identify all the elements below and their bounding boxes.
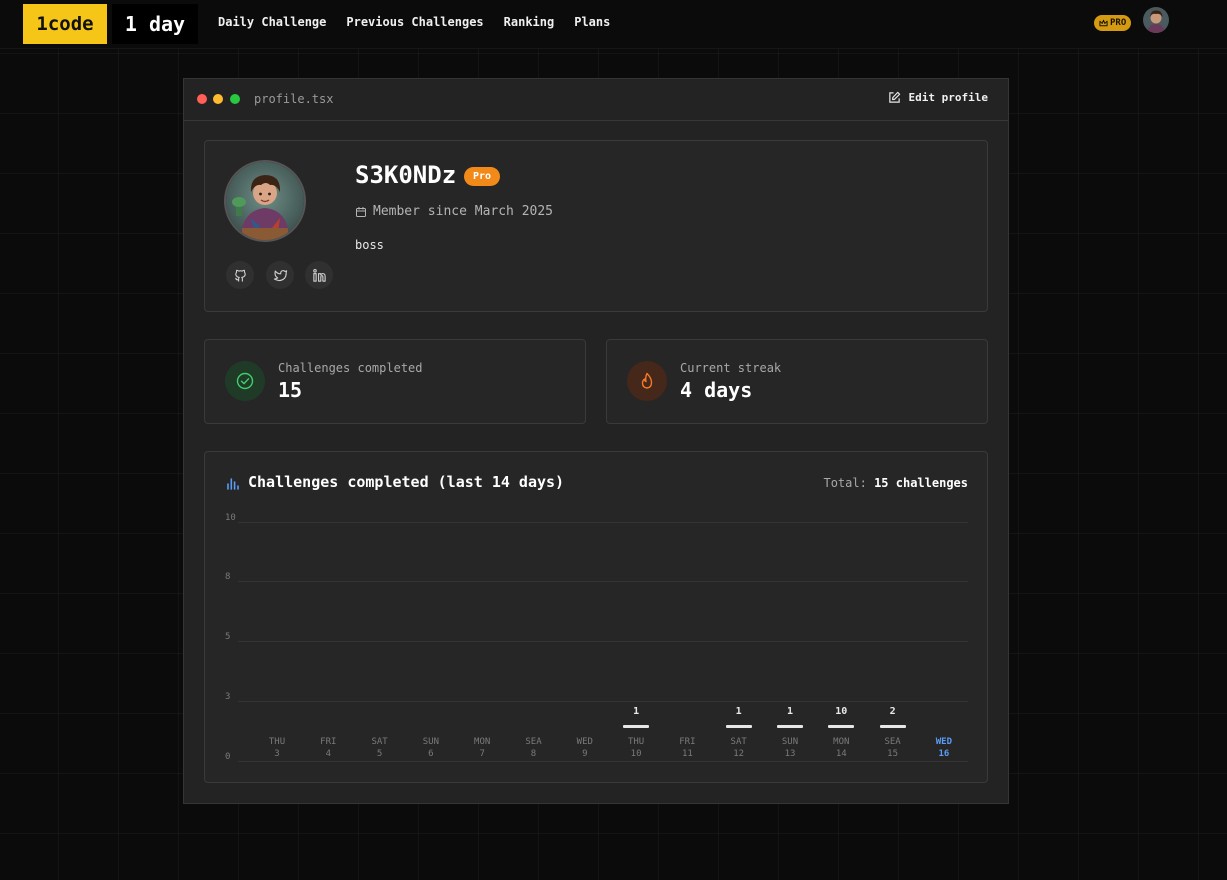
x-tick-label: FRI 11 — [679, 737, 696, 759]
calendar-icon — [356, 206, 366, 217]
x-tick-label: SUN 13 — [781, 737, 799, 759]
chart-bar[interactable] — [777, 725, 803, 728]
nav-links: Daily Challenge Previous Challenges Rank… — [218, 15, 610, 29]
bar-value-label: 1 — [786, 706, 794, 717]
chart-total-value: 15 challenges — [874, 476, 968, 490]
nav-daily-challenge[interactable]: Daily Challenge — [218, 15, 326, 29]
stat-card-streak: Current streak 4 days — [606, 339, 988, 424]
gridline — [238, 641, 968, 642]
bar-value-label: 1 — [735, 706, 742, 717]
member-since-text: Member since March 2025 — [373, 204, 554, 219]
github-link[interactable] — [226, 261, 254, 289]
profile-username: S3K0NDz — [355, 161, 457, 189]
gridline — [238, 761, 968, 762]
x-tick-label: SEA 15 — [884, 737, 901, 759]
y-tick-label: 0 — [225, 752, 231, 762]
stat-label: Current streak — [680, 361, 782, 375]
x-tick-label: FRI 4 — [320, 737, 337, 759]
check-circle-icon — [236, 372, 254, 390]
pro-badge: Pro — [464, 167, 501, 186]
chart-card: Challenges completed (last 14 days) Tota… — [204, 451, 988, 783]
profile-bio: boss — [355, 238, 384, 252]
minimize-dot[interactable] — [213, 94, 223, 104]
gridline — [238, 701, 968, 702]
stat-value: 4 days — [680, 378, 753, 402]
chart-title: Challenges completed (last 14 days) — [248, 473, 565, 491]
avatar-image — [1143, 7, 1169, 33]
edit-profile-label: Edit profile — [908, 91, 988, 104]
twitter-icon — [273, 269, 287, 281]
stat-value: 15 — [278, 378, 303, 402]
chart-bar[interactable] — [623, 725, 650, 728]
chart-bar[interactable] — [879, 725, 906, 728]
logo[interactable]: 1code — [23, 4, 107, 44]
window-titlebar: profile.tsx Edit profile — [184, 79, 1008, 121]
linkedin-link[interactable] — [305, 261, 333, 289]
gridline — [238, 581, 968, 582]
linkedin-icon — [312, 268, 326, 282]
twitter-link[interactable] — [266, 261, 294, 289]
y-tick-label: 10 — [225, 513, 236, 523]
stat-card-completed: Challenges completed 15 — [204, 339, 586, 424]
pro-chip[interactable]: PRO — [1094, 15, 1132, 31]
chart-bar[interactable] — [725, 725, 752, 728]
avatar-image — [226, 162, 304, 240]
bar-value-label: 2 — [889, 706, 896, 717]
y-tick-label: 5 — [225, 632, 231, 642]
profile-window: profile.tsx Edit profile S3K0NDz Pro Mem… — [183, 78, 1009, 804]
x-tick-label: MON 7 — [474, 737, 491, 759]
chart-total: Total: 15 challenges — [823, 476, 968, 490]
x-tick-label: SEA 8 — [525, 737, 542, 759]
chart-total-label: Total: — [823, 476, 867, 490]
top-nav: 1code 1 day Daily Challenge Previous Cha… — [0, 0, 1227, 49]
pro-chip-label: PRO — [1110, 18, 1127, 28]
x-tick-label: SAT 5 — [371, 737, 388, 759]
close-dot[interactable] — [197, 94, 207, 104]
nav-previous-challenges[interactable]: Previous Challenges — [346, 15, 483, 29]
y-tick-label: 8 — [225, 572, 231, 582]
y-tick-label: 3 — [225, 692, 231, 702]
edit-icon — [888, 91, 900, 103]
x-tick-label: SAT 12 — [730, 737, 747, 759]
x-tick-label: THU 10 — [627, 737, 645, 759]
flame-icon — [641, 372, 653, 389]
user-avatar[interactable] — [1143, 7, 1169, 33]
bar-value-label: 10 — [835, 706, 848, 717]
x-tick-label: WED 16 — [935, 737, 953, 759]
gridline — [238, 522, 968, 523]
window-filename: profile.tsx — [254, 92, 334, 106]
bar-value-label: 1 — [633, 706, 640, 717]
streak-counter: 1 day — [112, 4, 198, 44]
member-since: Member since March 2025 — [355, 204, 553, 219]
maximize-dot[interactable] — [230, 94, 240, 104]
nav-ranking[interactable]: Ranking — [504, 15, 555, 29]
x-tick-label: THU 3 — [268, 737, 286, 759]
crown-icon — [1099, 19, 1108, 27]
stat-icon-wrap — [627, 361, 667, 401]
chart-bar[interactable] — [828, 725, 855, 728]
x-tick-label: WED 9 — [576, 737, 593, 759]
stat-label: Challenges completed — [278, 361, 423, 375]
github-icon — [234, 269, 246, 282]
x-tick-label: SUN 6 — [422, 737, 440, 759]
edit-profile-button[interactable]: Edit profile — [888, 91, 988, 104]
stat-icon-wrap — [225, 361, 265, 401]
x-tick-label: MON 14 — [833, 737, 850, 759]
bar-chart-icon — [227, 478, 239, 490]
nav-plans[interactable]: Plans — [574, 15, 610, 29]
profile-card: S3K0NDz Pro Member since March 2025 boss — [204, 140, 988, 312]
profile-avatar — [224, 160, 306, 242]
